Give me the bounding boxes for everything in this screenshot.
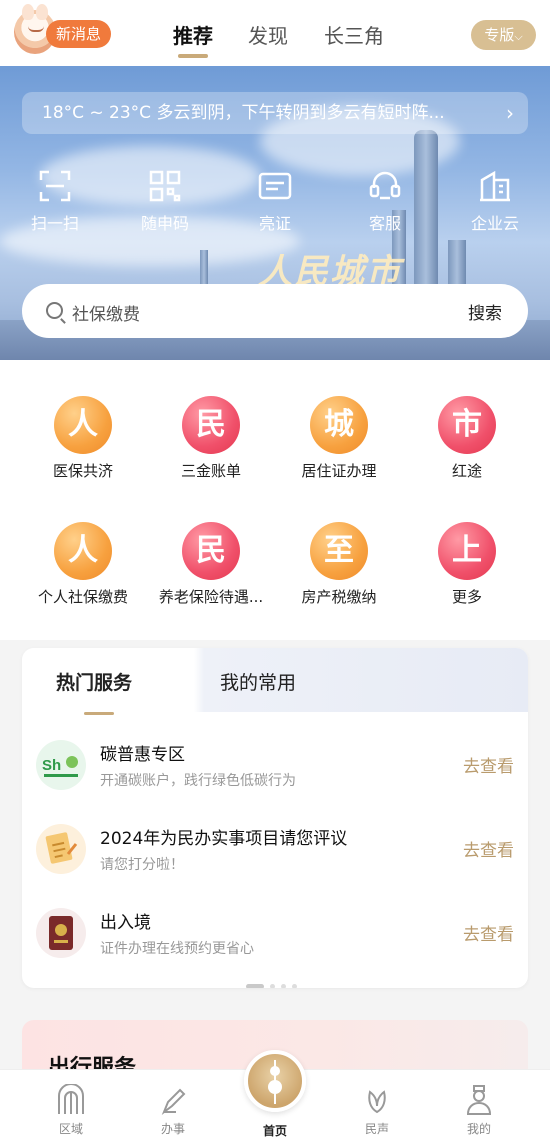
edition-label: 专版 [484,26,515,44]
search-bar[interactable]: 社保缴费 搜索 [22,284,528,338]
list-item[interactable]: 2024年为民办实事项目请您评议 请您打分啦！ 去查看 [22,810,528,894]
quick-action-enterprise-cloud[interactable]: 企业云 [450,168,540,234]
tab-hot-services[interactable]: 热门服务 [56,668,132,695]
item-subtitle: 证件办理在线预约更省心 [100,941,254,957]
service-label: 三金账单 [180,462,241,480]
service-badge-icon: 上 [438,522,496,580]
service-badge-icon: 市 [438,396,496,454]
scan-icon [37,168,73,204]
quick-action-label: 扫一扫 [30,214,79,233]
service-social-insurance-payment[interactable]: 人 个人社保缴费 [14,522,152,607]
service-badge-icon: 民 [182,396,240,454]
view-button[interactable]: 去查看 [463,836,514,861]
service-label: 红途 [451,462,482,480]
nav-voice[interactable]: 民声 [342,1084,412,1137]
list-item[interactable]: Sh 碳普惠专区 开通碳账户，践行绿色低碳行为 去查看 [22,726,528,810]
quick-action-label: 企业云 [470,214,519,233]
service-badge-icon: 民 [182,522,240,580]
item-title: 碳普惠专区 [100,745,185,765]
user-icon [464,1084,494,1116]
magnolia-icon [362,1084,392,1116]
service-more[interactable]: 上 更多 [398,522,536,607]
service-badge-icon: 人 [54,522,112,580]
quick-action-label: 客服 [368,214,401,233]
service-badge-icon: 城 [310,396,368,454]
chevron-down-icon: ⌵ [514,30,523,43]
edition-switch-button[interactable]: 专版⌵ [471,20,536,50]
new-message-badge[interactable]: 新消息 [46,20,112,48]
hero-banner: 18°C ~ 23°C 多云到阴，下午转阴到多云有短时阵... › 扫一扫 随申… [0,66,550,360]
service-three-funds-bill[interactable]: 民 三金账单 [142,396,280,481]
nav-label: 我的 [466,1122,491,1136]
quick-action-label: 随申码 [140,214,189,233]
service-label: 个人社保缴费 [37,588,128,606]
mascot-ear-left [22,4,34,20]
mascot-face [28,26,44,32]
service-badge-icon: 至 [310,522,368,580]
service-property-tax[interactable]: 至 房产税缴纳 [270,522,408,607]
search-button[interactable]: 搜索 [468,299,502,324]
tab-discover[interactable]: 发现 [248,20,288,49]
service-medical-insurance[interactable]: 人 医保共济 [14,396,152,481]
top-bar: 新消息 推荐 发现 长三角 专版⌵ [0,0,550,66]
service-label: 养老保险待遇... [158,588,264,606]
quick-action-label: 亮证 [258,214,291,233]
tab-my-frequent[interactable]: 我的常用 [220,668,296,695]
qrcode-icon [147,168,183,204]
view-button[interactable]: 去查看 [463,920,514,945]
weather-bar[interactable]: 18°C ~ 23°C 多云到阴，下午转阴到多云有短时阵... › [22,92,528,134]
quick-action-qrcode[interactable]: 随申码 [120,168,210,234]
nav-region[interactable]: 区域 [36,1083,106,1137]
tab-yangtze-delta[interactable]: 长三角 [324,20,384,49]
id-card-icon [257,168,293,204]
service-badge-icon: 人 [54,396,112,454]
item-title: 出入境 [100,913,151,933]
view-button[interactable]: 去查看 [463,752,514,777]
quick-action-customer-service[interactable]: 客服 [340,168,430,234]
service-label: 居住证办理 [301,462,377,480]
search-input[interactable]: 社保缴费 [72,300,140,325]
list-item[interactable]: 出入境 证件办理在线预约更省心 去查看 [22,894,528,978]
carbon-logo-icon: Sh [36,740,86,790]
tab-underline [178,54,208,58]
weather-text: 18°C ~ 23°C 多云到阴，下午转阴到多云有短时阵... [42,103,445,123]
passport-icon [36,908,86,958]
bottom-navigation: 区域 办事 首页 民声 我的 [0,1050,550,1147]
item-title: 2024年为民办实事项目请您评议 [100,829,348,849]
item-subtitle: 请您打分啦！ [100,857,184,873]
survey-document-icon [36,824,86,874]
service-residence-permit[interactable]: 城 居住证办理 [270,396,408,481]
pagination-dots [246,974,303,988]
region-arch-icon [56,1083,86,1116]
pearl-tower-icon [268,1060,282,1104]
item-subtitle: 开通碳账户，践行绿色低碳行为 [100,773,296,789]
service-pension-benefits[interactable]: 民 养老保险待遇... [142,522,280,607]
card-tab-underline [84,712,114,715]
quick-action-show-id[interactable]: 亮证 [230,168,320,234]
nav-label: 民声 [364,1122,389,1136]
chevron-right-icon: › [506,101,514,125]
nav-label: 办事 [160,1122,185,1136]
service-label: 医保共济 [52,462,113,480]
nav-affairs[interactable]: 办事 [138,1084,208,1137]
headset-icon [367,168,403,204]
building-icon [477,168,513,204]
nav-label: 区域 [58,1122,83,1136]
service-label: 房产税缴纳 [301,588,377,606]
nav-mine[interactable]: 我的 [444,1084,514,1137]
svg-text:Sh: Sh [42,757,61,774]
quick-action-scan[interactable]: 扫一扫 [10,168,100,234]
search-icon [46,302,63,319]
service-label: 更多 [451,588,482,606]
nav-label: 首页 [262,1124,287,1138]
service-red-route[interactable]: 市 红途 [398,396,536,481]
tab-recommend[interactable]: 推荐 [173,20,213,49]
mascot-ear-right [36,4,48,20]
pen-icon [158,1084,188,1116]
nav-home-button[interactable] [244,1050,306,1112]
hot-services-card: 热门服务 我的常用 Sh 碳普惠专区 开通碳账户，践行绿色低碳行为 去查看 20… [22,648,528,988]
services-grid: 人 医保共济 民 三金账单 城 居住证办理 市 红途 人 个人社保缴费 民 养老… [0,360,550,640]
